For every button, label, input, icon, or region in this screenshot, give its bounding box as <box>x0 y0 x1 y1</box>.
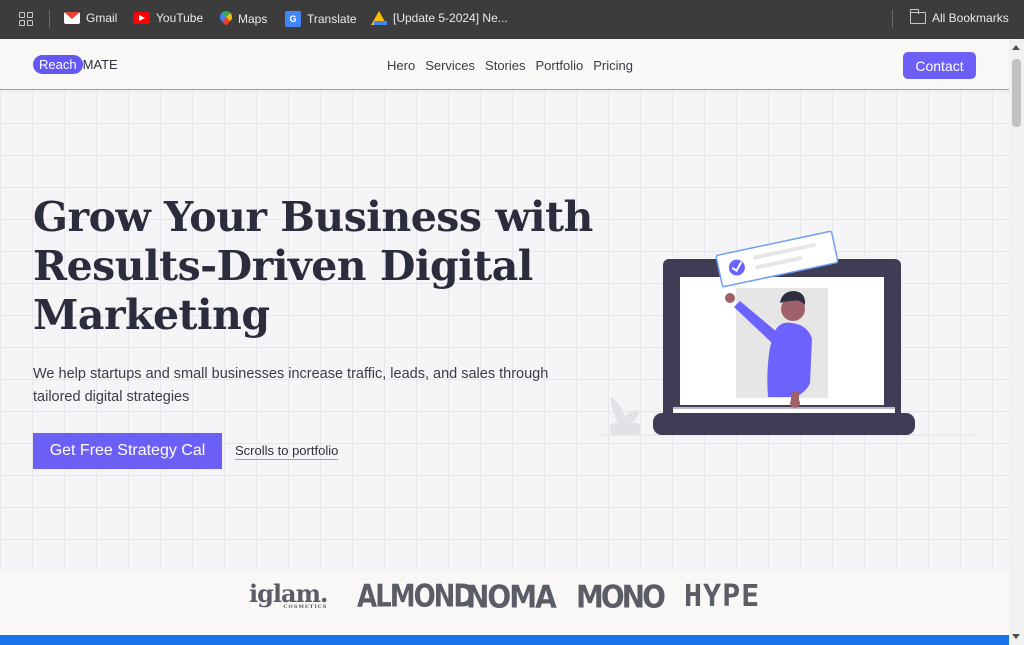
brand-logo-noma: NOMA <box>466 579 557 616</box>
youtube-icon <box>133 12 150 24</box>
bookmarks-separator <box>892 10 893 28</box>
main-nav: Hero Services Stories Portfolio Pricing <box>387 58 633 73</box>
scroll-up-arrow-icon[interactable] <box>1012 45 1020 50</box>
client-logos-strip: iglam. COSMETICS ALMOND NOMA MONO HYPE <box>0 571 1009 635</box>
bookmark-label: [Update 5-2024] Ne... <box>393 11 508 25</box>
brand-logo-iglam: iglam. COSMETICS <box>249 579 328 610</box>
translate-icon: G <box>285 11 301 27</box>
nav-link-hero[interactable]: Hero <box>387 58 415 73</box>
bookmark-label: YouTube <box>156 11 204 25</box>
bookmark-gmail[interactable]: Gmail <box>64 11 117 25</box>
site-logo[interactable]: Reach MATE <box>33 55 118 74</box>
bookmarks-separator <box>49 10 50 28</box>
scroll-to-portfolio-link[interactable]: Scrolls to portfolio <box>235 443 339 460</box>
all-bookmarks-label: All Bookmarks <box>932 11 1009 25</box>
hero-subtitle: We help startups and small businesses in… <box>33 366 549 405</box>
nav-link-portfolio[interactable]: Portfolio <box>536 58 584 73</box>
get-strategy-call-button[interactable]: Get Free Strategy Cal <box>33 433 222 469</box>
bookmark-youtube[interactable]: YouTube <box>133 11 203 25</box>
brand-logo-hype: HYPE <box>684 579 761 614</box>
all-bookmarks-button[interactable]: All Bookmarks <box>909 9 1009 25</box>
bookmark-label: Maps <box>238 12 268 26</box>
next-section-edge <box>0 635 1009 645</box>
brand-logo-almond: ALMOND <box>357 579 475 615</box>
maps-icon <box>220 11 232 27</box>
contact-button[interactable]: Contact <box>903 52 976 79</box>
bookmark-translate[interactable]: G Translate <box>285 11 357 27</box>
folder-icon <box>909 9 926 24</box>
plant-icon <box>610 397 640 435</box>
apps-grid-icon[interactable] <box>19 12 33 26</box>
hero-section: Grow Your Business with Results-Driven D… <box>0 91 1009 571</box>
bookmark-label: Translate <box>307 12 357 26</box>
logo-text: MATE <box>82 57 118 72</box>
page-scrollbar[interactable] <box>1009 39 1024 645</box>
bookmark-maps[interactable]: Maps <box>220 11 267 27</box>
scrollbar-thumb[interactable] <box>1012 59 1021 127</box>
nav-link-services[interactable]: Services <box>425 58 475 73</box>
hero-illustration <box>600 230 976 436</box>
drive-icon <box>371 11 387 25</box>
bookmark-update-doc[interactable]: [Update 5-2024] Ne... <box>371 11 508 25</box>
page-viewport: Reach MATE Hero Services Stories Portfol… <box>0 39 1009 645</box>
nav-link-pricing[interactable]: Pricing <box>593 58 633 73</box>
bookmarks-bar: Gmail YouTube Maps G Translate [Update 5… <box>0 0 1024 39</box>
bookmark-label: Gmail <box>86 11 118 25</box>
gmail-icon <box>64 12 80 24</box>
brand-logo-mono: MONO <box>576 579 666 616</box>
hero-title: Grow Your Business with Results-Driven D… <box>33 193 593 339</box>
site-header: Reach MATE Hero Services Stories Portfol… <box>0 39 1009 90</box>
nav-link-stories[interactable]: Stories <box>485 58 525 73</box>
scroll-down-arrow-icon[interactable] <box>1012 634 1020 639</box>
logo-pill: Reach <box>33 55 83 74</box>
